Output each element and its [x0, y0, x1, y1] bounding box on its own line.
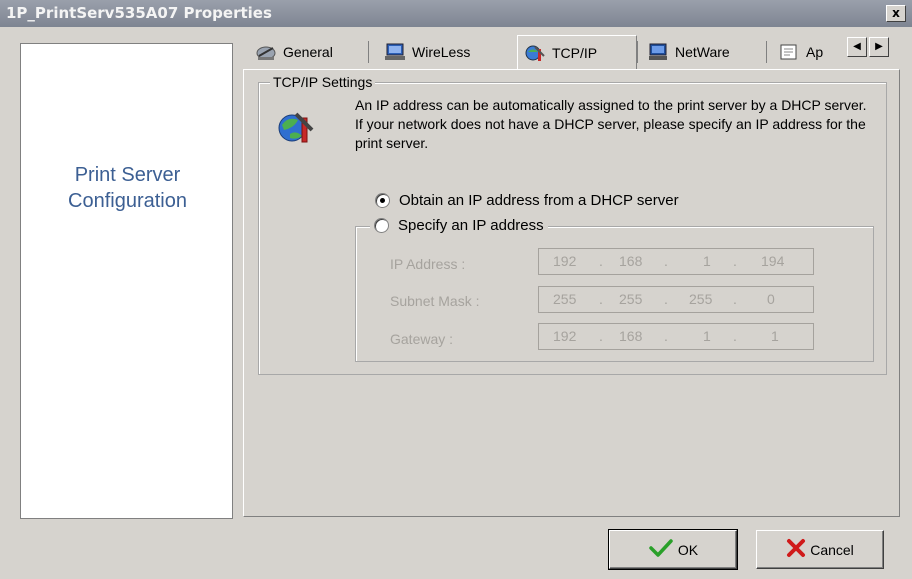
title-bar: 1P_PrintServ535A07 Properties x — [0, 0, 912, 27]
ip-octet-2: 168 — [619, 253, 643, 269]
radio-button-checked[interactable] — [375, 193, 390, 208]
dhcp-info-text: An IP address can be automatically assig… — [355, 97, 867, 151]
netware-icon — [647, 42, 669, 62]
tab-app-label: Ap — [806, 44, 824, 60]
gateway-octet-4: 1 — [771, 328, 779, 344]
tab-scroll-left-button[interactable]: ◀ — [847, 37, 867, 57]
tab-tcpip-label: TCP/IP — [552, 44, 598, 61]
gateway-octet-1: 192 — [553, 328, 577, 344]
x-icon — [786, 538, 806, 561]
general-icon — [255, 42, 277, 62]
ip-address-field[interactable]: 192 . 168 . 1 . 194 — [538, 248, 814, 275]
ok-label: OK — [677, 541, 699, 558]
radio-button-unchecked[interactable] — [374, 218, 389, 233]
ip-octet-4: 194 — [761, 253, 785, 269]
ip-address-label: IP Address : — [390, 256, 466, 272]
close-icon: x — [892, 6, 900, 20]
left-panel: Print Server Configuration — [20, 43, 233, 519]
ip-octet-1: 192 — [553, 253, 577, 269]
check-icon — [648, 538, 674, 561]
gateway-octet-2: 168 — [619, 328, 643, 344]
tab-tcpip[interactable]: TCP/IP — [517, 35, 637, 69]
tab-strip: General WireLess TCP/IP NetWare Ap ◀ ▶ — [243, 35, 903, 70]
tab-scroll-right-button[interactable]: ▶ — [869, 37, 889, 57]
tab-app[interactable]: Ap — [772, 37, 838, 67]
radio-obtain-dhcp[interactable]: Obtain an IP address from a DHCP server — [375, 192, 679, 209]
tab-wireless[interactable]: WireLess — [378, 37, 508, 67]
subnet-octet-2: 255 — [619, 291, 643, 307]
chevron-left-icon: ◀ — [853, 41, 861, 52]
close-button[interactable]: x — [886, 5, 906, 22]
network-settings-icon — [276, 108, 316, 152]
tab-general[interactable]: General — [249, 37, 366, 67]
window-title: 1P_PrintServ535A07 Properties — [6, 4, 272, 22]
tab-netware-label: NetWare — [675, 44, 730, 60]
wireless-icon — [384, 42, 406, 62]
cancel-label: Cancel — [810, 541, 854, 558]
subnet-mask-label: Subnet Mask : — [390, 293, 480, 309]
gateway-label: Gateway : — [390, 331, 454, 347]
subnet-octet-1: 255 — [553, 291, 577, 307]
tcpip-icon — [524, 43, 546, 63]
gateway-octet-3: 1 — [703, 328, 711, 344]
subnet-mask-field[interactable]: 255 . 255 . 255 . 0 — [538, 286, 814, 313]
radio-obtain-dhcp-label: Obtain an IP address from a DHCP server — [399, 192, 679, 209]
app-icon — [778, 42, 800, 62]
tab-wireless-label: WireLess — [412, 44, 471, 60]
ip-octet-3: 1 — [703, 253, 711, 269]
subnet-octet-4: 0 — [767, 291, 775, 307]
radio-specify-ip-label: Specify an IP address — [398, 217, 544, 234]
print-server-configuration-label: Print Server Configuration — [68, 164, 187, 212]
group-title: TCP/IP Settings — [270, 74, 376, 90]
ok-button[interactable]: OK — [608, 529, 738, 570]
radio-specify-ip[interactable]: Specify an IP address — [370, 217, 548, 234]
tab-general-label: General — [283, 44, 333, 60]
chevron-right-icon: ▶ — [875, 41, 883, 52]
cancel-button[interactable]: Cancel — [756, 530, 884, 569]
subnet-octet-3: 255 — [689, 291, 713, 307]
gateway-field[interactable]: 192 . 168 . 1 . 1 — [538, 323, 814, 350]
tab-netware[interactable]: NetWare — [641, 37, 764, 67]
